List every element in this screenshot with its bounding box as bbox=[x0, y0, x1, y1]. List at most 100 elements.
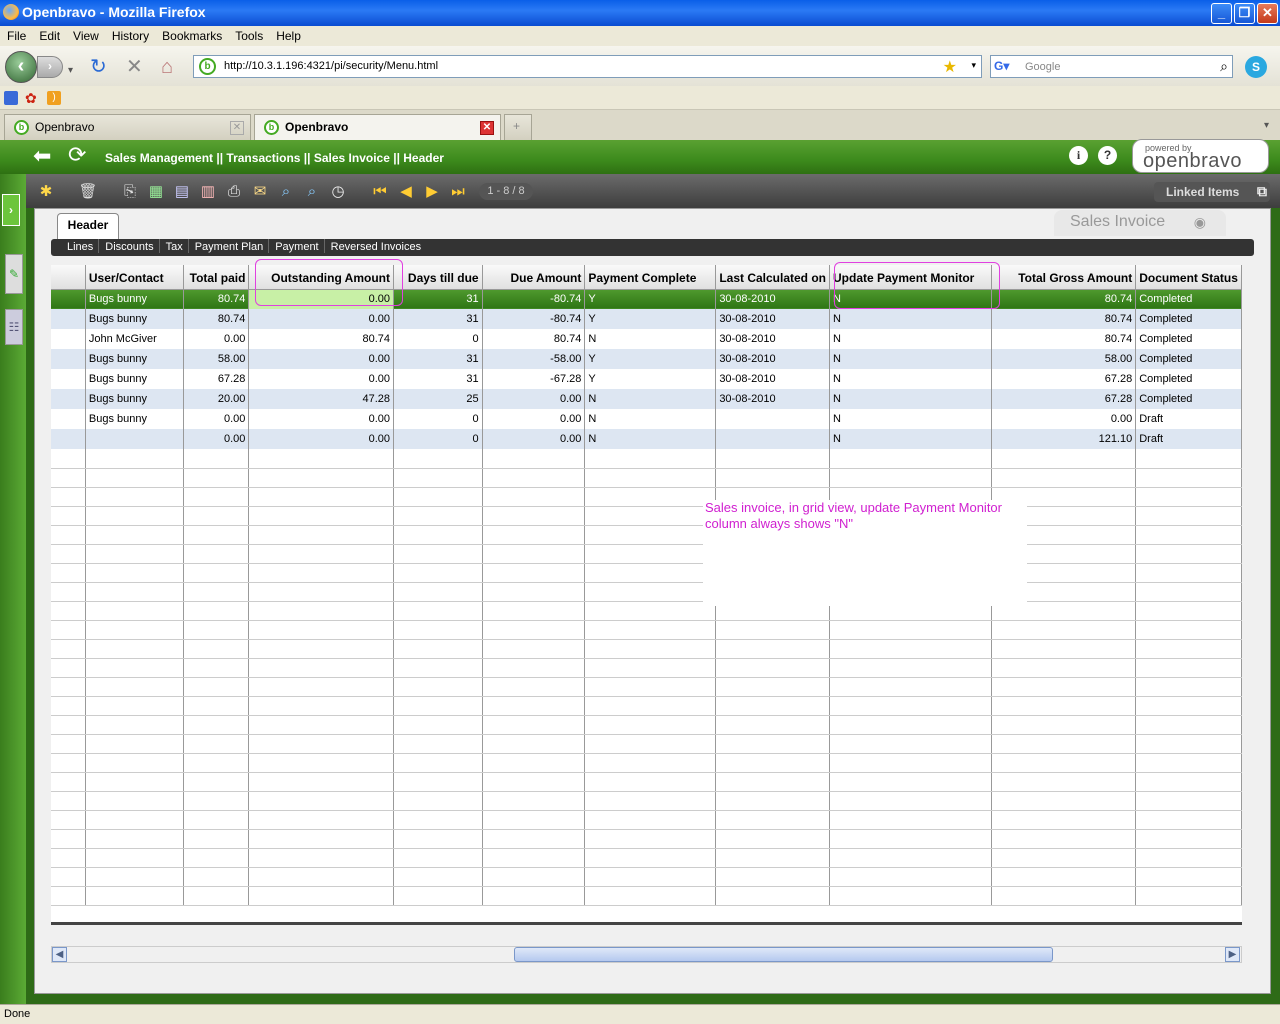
table-cell[interactable]: Y bbox=[584, 289, 717, 309]
table-cell[interactable]: Y bbox=[584, 349, 717, 369]
table-cell[interactable]: 58.00 bbox=[183, 349, 250, 369]
search-bar[interactable]: G▾ Google ⌕ bbox=[990, 55, 1233, 78]
search-icon[interactable]: ⌕ bbox=[276, 182, 296, 202]
table-cell[interactable] bbox=[51, 409, 86, 429]
menu-history[interactable]: History bbox=[105, 26, 155, 43]
table-cell[interactable]: 80.74 bbox=[482, 329, 586, 349]
table-cell[interactable]: 80.74 bbox=[248, 329, 394, 349]
subtab-payment[interactable]: Payment bbox=[268, 239, 323, 253]
info-icon[interactable]: i bbox=[1069, 146, 1088, 165]
audit-trail-icon[interactable]: ◷ bbox=[328, 182, 348, 202]
table-cell[interactable]: N bbox=[829, 409, 993, 429]
table-cell[interactable]: -67.28 bbox=[482, 369, 586, 389]
table-cell[interactable]: -58.00 bbox=[482, 349, 586, 369]
reload-icon[interactable]: ↻ bbox=[90, 56, 107, 78]
tab-close-icon[interactable]: ✕ bbox=[230, 121, 244, 135]
table-cell[interactable]: 30-08-2010 bbox=[715, 309, 830, 329]
table-cell[interactable]: 31 bbox=[393, 369, 483, 389]
table-cell[interactable]: N bbox=[829, 349, 993, 369]
table-cell[interactable]: Bugs bunny bbox=[85, 349, 184, 369]
tab-header[interactable]: Header bbox=[57, 213, 119, 239]
table-cell[interactable]: 25 bbox=[393, 389, 483, 409]
linked-items-button[interactable]: Linked Items ⧉ bbox=[1154, 182, 1270, 202]
menu-view[interactable]: View bbox=[66, 26, 105, 43]
table-cell[interactable]: N bbox=[584, 329, 717, 349]
table-cell[interactable]: 0.00 bbox=[482, 409, 586, 429]
rss-feed-icon[interactable]: ) bbox=[47, 91, 61, 105]
back-arrow-icon[interactable]: ⬅ bbox=[33, 144, 51, 168]
menu-file[interactable]: File bbox=[0, 26, 32, 43]
table-cell[interactable]: Completed bbox=[1135, 369, 1242, 389]
table-cell[interactable]: 0.00 bbox=[248, 429, 394, 449]
scrollbar-thumb[interactable] bbox=[514, 947, 1053, 962]
col-header-payment-complete[interactable]: Payment Complete bbox=[584, 265, 717, 290]
table-cell[interactable] bbox=[51, 329, 86, 349]
help-icon[interactable]: ? bbox=[1098, 146, 1117, 165]
first-record-icon[interactable]: ⏮ bbox=[370, 182, 390, 202]
subtab-tax[interactable]: Tax bbox=[158, 239, 188, 253]
table-cell[interactable]: 67.28 bbox=[183, 369, 250, 389]
table-cell[interactable]: 0.00 bbox=[183, 409, 250, 429]
col-header-total-gross-amount[interactable]: Total Gross Amount bbox=[991, 265, 1137, 290]
col-header-document-status[interactable]: Document Status bbox=[1135, 265, 1242, 290]
subtab-discounts[interactable]: Discounts bbox=[98, 239, 158, 253]
bookmark-icon-2[interactable]: ✿ bbox=[25, 90, 37, 107]
refresh-icon[interactable]: ⟳ bbox=[68, 143, 86, 167]
table-cell[interactable]: 30-08-2010 bbox=[715, 369, 830, 389]
table-cell[interactable]: N bbox=[829, 389, 993, 409]
forward-button[interactable]: › bbox=[37, 56, 63, 78]
tab-list-icon[interactable]: ▾ bbox=[1264, 120, 1269, 131]
subtab-lines[interactable]: Lines bbox=[61, 239, 98, 253]
col-header-user-contact[interactable]: User/Contact bbox=[85, 265, 184, 290]
table-cell[interactable] bbox=[51, 309, 86, 329]
table-cell[interactable]: 31 bbox=[393, 349, 483, 369]
table-cell[interactable]: N bbox=[829, 329, 993, 349]
col-header-last-calculated[interactable]: Last Calculated on bbox=[715, 265, 830, 290]
table-cell[interactable]: 0.00 bbox=[183, 329, 250, 349]
history-dropdown-icon[interactable]: ▾ bbox=[68, 60, 73, 82]
table-cell[interactable] bbox=[51, 389, 86, 409]
table-cell[interactable]: Bugs bunny bbox=[85, 409, 184, 429]
table-cell[interactable]: 30-08-2010 bbox=[715, 389, 830, 409]
table-cell[interactable]: 67.28 bbox=[991, 389, 1137, 409]
table-cell[interactable]: 30-08-2010 bbox=[715, 329, 830, 349]
table-cell[interactable]: 0.00 bbox=[482, 389, 586, 409]
scroll-right-icon[interactable]: ▶ bbox=[1225, 947, 1240, 962]
table-row[interactable]: 0.00 0.00 0 0.00 N N 121.10 Draft bbox=[51, 429, 1242, 449]
table-cell[interactable] bbox=[51, 369, 86, 389]
table-cell[interactable]: 0.00 bbox=[183, 429, 250, 449]
home-icon[interactable]: ⌂ bbox=[161, 56, 173, 78]
table-row[interactable]: Bugs bunny 58.00 0.00 31 -58.00 Y 30-08-2010 N 5… bbox=[51, 349, 1242, 369]
table-cell[interactable]: 0.00 bbox=[482, 429, 586, 449]
bookmark-star-icon[interactable]: ★ bbox=[943, 57, 957, 77]
table-cell[interactable]: 31 bbox=[393, 309, 483, 329]
scroll-left-icon[interactable]: ◀ bbox=[52, 947, 67, 962]
maximize-button[interactable]: ❐ bbox=[1234, 3, 1255, 24]
table-cell[interactable]: Completed bbox=[1135, 329, 1242, 349]
table-cell[interactable]: 121.10 bbox=[991, 429, 1137, 449]
table-cell[interactable]: 0.00 bbox=[248, 409, 394, 429]
export-excel-icon[interactable]: ▦ bbox=[146, 182, 166, 202]
table-cell[interactable]: N bbox=[829, 369, 993, 389]
skype-icon[interactable]: S bbox=[1245, 56, 1267, 78]
col-header-total-paid[interactable]: Total paid bbox=[183, 265, 250, 290]
browser-tab-2[interactable]: b Openbravo ✕ bbox=[254, 114, 501, 140]
table-row[interactable]: John McGiver 0.00 80.74 0 80.74 N 30-08-2010 N 8… bbox=[51, 329, 1242, 349]
stop-icon[interactable]: ✕ bbox=[126, 56, 143, 78]
table-cell[interactable]: Completed bbox=[1135, 389, 1242, 409]
table-cell[interactable]: 20.00 bbox=[183, 389, 250, 409]
table-cell[interactable]: 58.00 bbox=[991, 349, 1137, 369]
table-cell[interactable] bbox=[85, 429, 184, 449]
table-row[interactable]: Bugs bunny 67.28 0.00 31 -67.28 Y 30-08-2010 N 6… bbox=[51, 369, 1242, 389]
bookmark-icon-1[interactable] bbox=[4, 91, 18, 105]
email-icon[interactable]: ✉ bbox=[250, 182, 270, 202]
table-cell[interactable]: Y bbox=[584, 369, 717, 389]
attachment-icon[interactable]: ⎘ bbox=[120, 182, 140, 202]
export-pdf-icon[interactable]: ▥ bbox=[198, 182, 218, 202]
table-cell[interactable]: 80.74 bbox=[991, 289, 1137, 309]
table-cell[interactable]: 30-08-2010 bbox=[715, 289, 830, 309]
minimize-button[interactable]: _ bbox=[1211, 3, 1232, 24]
table-cell[interactable]: Completed bbox=[1135, 309, 1242, 329]
col-header-due-amount[interactable]: Due Amount bbox=[482, 265, 586, 290]
table-cell[interactable]: 80.74 bbox=[183, 289, 250, 309]
